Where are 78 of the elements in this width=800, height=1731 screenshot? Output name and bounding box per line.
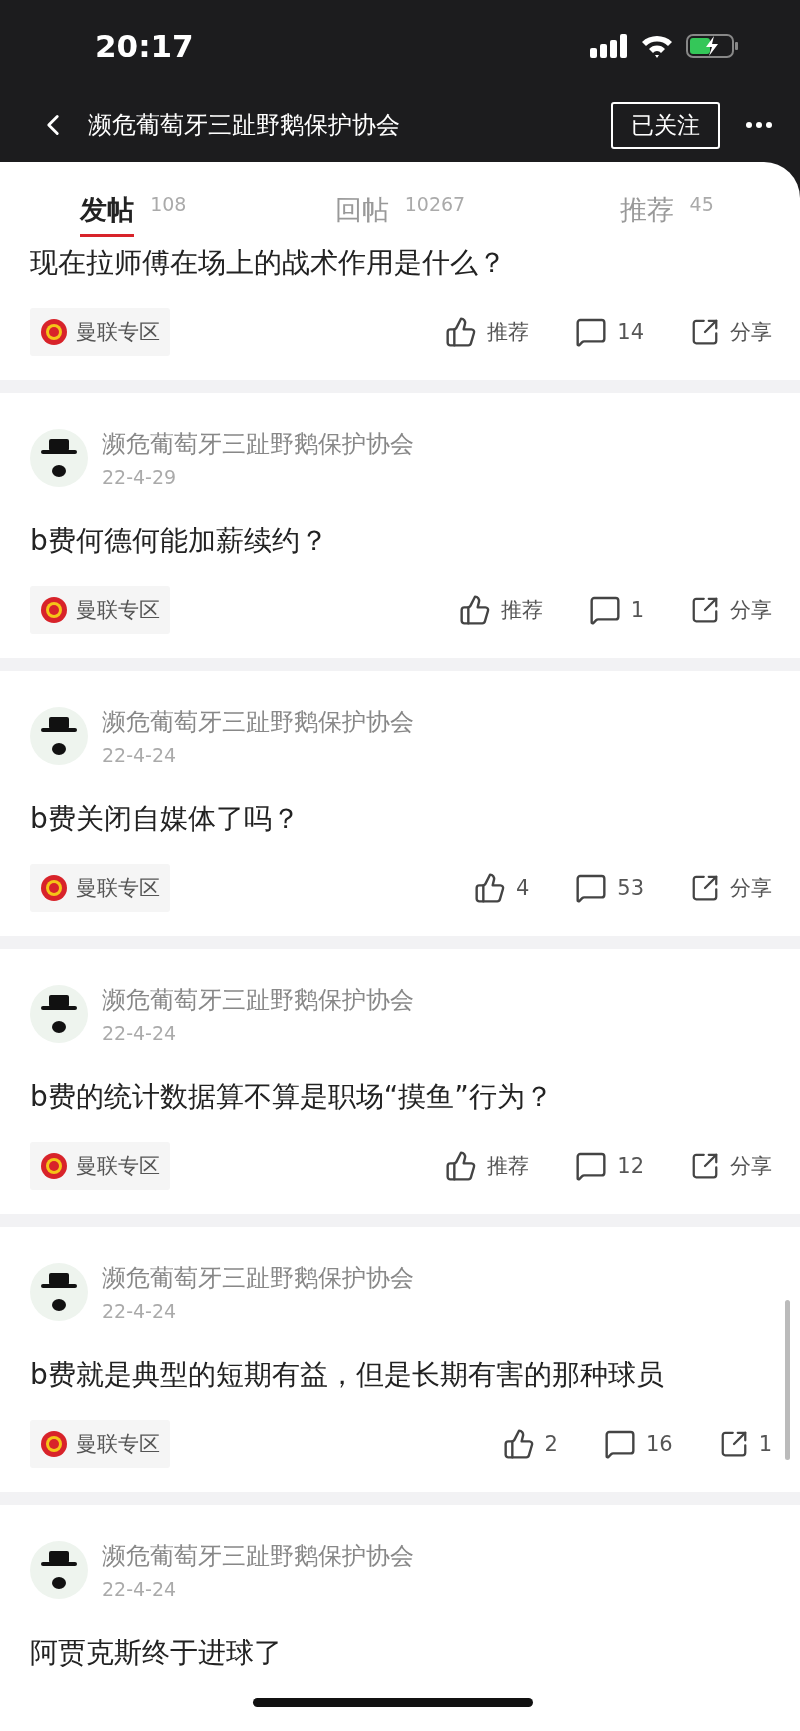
post-date: 22-4-29 — [102, 466, 178, 488]
wifi-icon — [640, 34, 674, 58]
topic-tag[interactable]: 曼联专区 — [30, 1142, 170, 1190]
like-button[interactable]: 推荐 — [458, 594, 543, 626]
tab-count: 10267 — [404, 193, 466, 215]
share-icon — [690, 595, 720, 625]
post-title[interactable]: 阿贾克斯终于进球了 — [30, 1632, 772, 1674]
thumbs-up-icon — [445, 1150, 478, 1182]
battery-icon — [686, 33, 740, 59]
post-date: 22-4-24 — [102, 1578, 178, 1600]
share-button[interactable]: 分享 — [690, 873, 772, 903]
comment-icon — [575, 316, 608, 348]
tab-count: 45 — [689, 193, 714, 215]
club-badge-icon — [40, 874, 68, 902]
comment-icon — [588, 594, 621, 626]
tag-label: 曼联专区 — [76, 1153, 160, 1180]
share-icon — [690, 317, 720, 347]
avatar[interactable] — [30, 1541, 88, 1599]
comment-button[interactable]: 1 — [588, 594, 644, 626]
like-button[interactable]: 推荐 — [445, 1150, 530, 1182]
post-date: 22-4-24 — [102, 1022, 178, 1044]
signal-icon — [590, 34, 628, 58]
author-name[interactable]: 濒危葡萄牙三趾野鹅保护协会 — [102, 428, 414, 460]
post-title[interactable]: b费的统计数据算不算是职场“摸鱼”行为？ — [30, 1076, 772, 1118]
post-date: 22-4-24 — [102, 1300, 178, 1322]
avatar[interactable] — [30, 1263, 88, 1321]
tag-label: 曼联专区 — [76, 1431, 160, 1458]
thumbs-up-icon — [445, 316, 478, 348]
comment-button[interactable]: 53 — [575, 872, 644, 904]
comment-icon — [575, 1150, 608, 1182]
tag-label: 曼联专区 — [76, 319, 160, 346]
tag-label: 曼联专区 — [76, 875, 160, 902]
nav-title: 濒危葡萄牙三趾野鹅保护协会 — [88, 110, 401, 141]
post-title[interactable]: b费关闭自媒体了吗？ — [30, 798, 772, 840]
scroll-bar[interactable] — [785, 1300, 790, 1460]
club-badge-icon — [40, 318, 68, 346]
more-button[interactable] — [746, 122, 772, 128]
post-title[interactable]: b费就是典型的短期有益，但是长期有害的那种球员 — [30, 1354, 772, 1396]
post-title[interactable]: 现在拉师傅在场上的战术作用是什么？ — [30, 242, 772, 284]
tab[interactable]: 发帖 — [80, 185, 135, 237]
comment-button[interactable]: 16 — [603, 1428, 673, 1460]
topic-tag[interactable]: 曼联专区 — [30, 864, 170, 912]
status-time: 20:17 — [95, 28, 194, 64]
avatar[interactable] — [30, 429, 88, 487]
topic-tag[interactable]: 曼联专区 — [30, 308, 170, 356]
comment-icon — [603, 1428, 636, 1460]
comment-button[interactable]: 14 — [575, 316, 644, 348]
comment-icon — [575, 872, 608, 904]
post-date: 22-4-24 — [102, 744, 178, 766]
more-icon — [746, 122, 772, 128]
thumbs-up-icon — [458, 594, 491, 626]
author-name[interactable]: 濒危葡萄牙三趾野鹅保护协会 — [102, 706, 414, 738]
share-button[interactable]: 分享 — [690, 1151, 772, 1181]
tab-count: 108 — [150, 193, 187, 215]
topic-tag[interactable]: 曼联专区 — [30, 1420, 170, 1468]
club-badge-icon — [40, 1152, 68, 1180]
comment-button[interactable]: 12 — [575, 1150, 644, 1182]
topic-tag[interactable]: 曼联专区 — [30, 586, 170, 634]
share-button[interactable]: 1 — [718, 1429, 772, 1459]
share-icon — [690, 873, 720, 903]
like-button[interactable]: 4 — [473, 872, 530, 904]
avatar[interactable] — [30, 707, 88, 765]
share-button[interactable]: 分享 — [690, 595, 772, 625]
share-button[interactable]: 分享 — [690, 317, 772, 347]
post-title[interactable]: b费何德何能加薪续约？ — [30, 520, 772, 562]
thumbs-up-icon — [473, 872, 506, 904]
like-button[interactable]: 2 — [502, 1428, 558, 1460]
tag-label: 曼联专区 — [76, 597, 160, 624]
club-badge-icon — [40, 596, 68, 624]
share-icon — [690, 1151, 720, 1181]
author-name[interactable]: 濒危葡萄牙三趾野鹅保护协会 — [102, 1540, 414, 1572]
thumbs-up-icon — [502, 1428, 535, 1460]
author-name[interactable]: 濒危葡萄牙三趾野鹅保护协会 — [102, 1262, 414, 1294]
follow-button[interactable]: 已关注 — [611, 101, 720, 149]
author-name[interactable]: 濒危葡萄牙三趾野鹅保护协会 — [102, 984, 414, 1016]
avatar[interactable] — [30, 985, 88, 1043]
club-badge-icon — [40, 1430, 68, 1458]
like-button[interactable]: 推荐 — [445, 316, 530, 348]
